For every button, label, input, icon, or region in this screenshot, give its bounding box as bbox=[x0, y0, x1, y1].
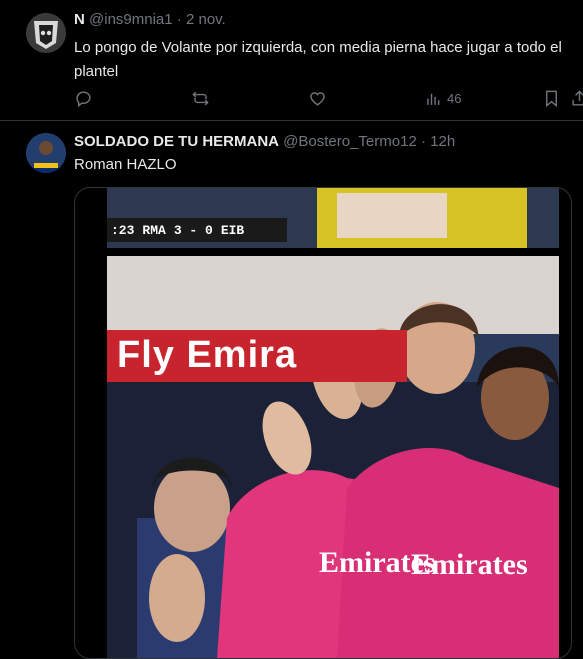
match-clock: :23 bbox=[111, 222, 135, 238]
avatar[interactable] bbox=[26, 133, 66, 173]
separator: · bbox=[420, 133, 426, 150]
tweet-media-gif[interactable]: :23 RMA 3 - 0 EIB Fly Emira Emirates Emi… bbox=[74, 187, 572, 659]
display-name[interactable]: N bbox=[74, 11, 85, 28]
views-button[interactable]: 46 bbox=[424, 86, 461, 110]
jersey-sponsor-right: Emirates bbox=[411, 548, 528, 581]
ad-banner-text: Fly Emira bbox=[117, 334, 298, 376]
bookmark-button[interactable] bbox=[542, 86, 561, 110]
tweet-actions: 46 bbox=[74, 86, 583, 110]
retweet-icon bbox=[192, 91, 209, 105]
reply-button[interactable] bbox=[74, 86, 93, 110]
away-team: EIB bbox=[220, 222, 245, 238]
tweet-1[interactable]: N @ins9mnia1 · 2 nov. Lo pongo de Volant… bbox=[0, 0, 583, 121]
tweet-header: SOLDADO DE TU HERMANA @Bostero_Termo12 ·… bbox=[74, 133, 455, 150]
tweet-text: Lo pongo de Volante por izquierda, con m… bbox=[74, 39, 562, 80]
views-chart-icon bbox=[427, 93, 440, 105]
timestamp[interactable]: 2 nov. bbox=[186, 11, 226, 28]
share-icon bbox=[572, 89, 583, 106]
separator: · bbox=[176, 11, 182, 28]
home-team: RMA bbox=[142, 222, 166, 238]
views-count: 46 bbox=[447, 90, 462, 106]
bookmark-icon bbox=[546, 90, 557, 107]
reply-icon bbox=[76, 90, 91, 107]
scorebug: :23 RMA 3 - 0 EIB bbox=[107, 218, 287, 242]
handle[interactable]: @Bostero_Termo12 bbox=[283, 133, 417, 150]
tweet-2[interactable]: SOLDADO DE TU HERMANA @Bostero_Termo12 ·… bbox=[0, 121, 583, 659]
retweet-button[interactable] bbox=[191, 86, 210, 110]
share-button[interactable] bbox=[570, 86, 583, 110]
avatar[interactable] bbox=[26, 13, 66, 53]
tweet-header: N @ins9mnia1 · 2 nov. bbox=[74, 11, 226, 28]
avatar-image bbox=[26, 13, 66, 53]
score: 3 - 0 bbox=[173, 222, 213, 238]
like-button[interactable] bbox=[308, 86, 327, 110]
gif-frame: :23 RMA 3 - 0 EIB Fly Emira Emirates Emi… bbox=[107, 188, 559, 658]
display-name[interactable]: SOLDADO DE TU HERMANA bbox=[74, 133, 279, 150]
handle[interactable]: @ins9mnia1 bbox=[89, 11, 173, 28]
heart-icon bbox=[310, 91, 325, 106]
timestamp[interactable]: 12h bbox=[430, 133, 455, 150]
tweet-text: Roman HAZLO bbox=[74, 156, 177, 173]
gif-scene bbox=[107, 188, 559, 658]
avatar-image bbox=[26, 133, 66, 173]
